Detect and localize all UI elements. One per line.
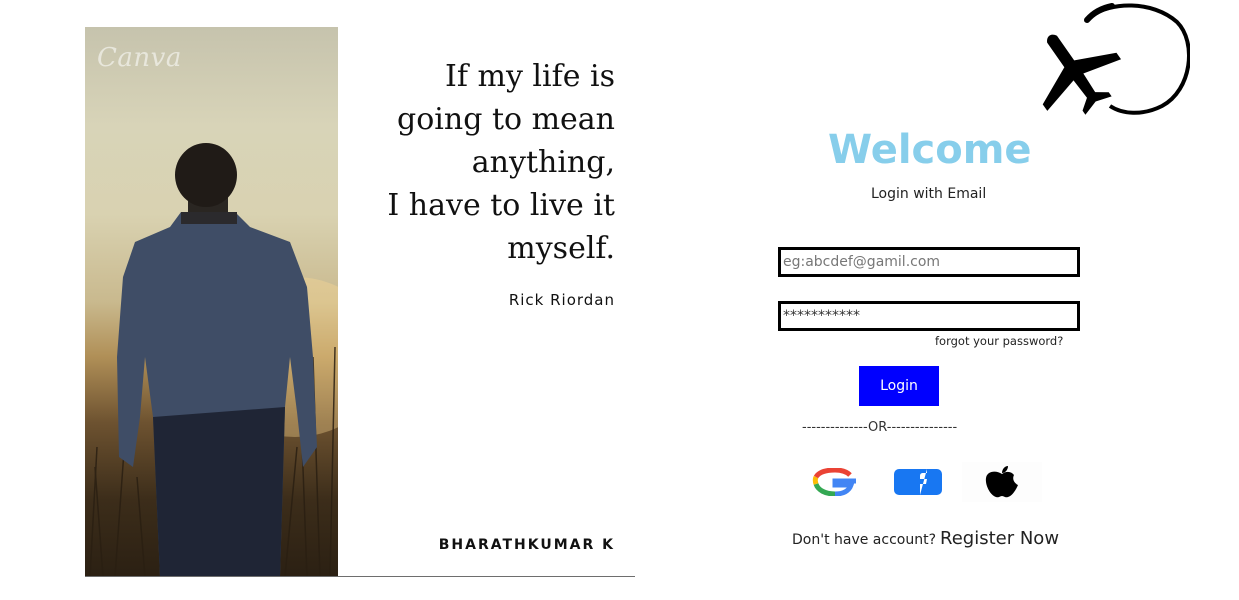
google-login-button[interactable] (807, 462, 863, 502)
login-button[interactable]: Login (859, 366, 939, 406)
facebook-login-button[interactable] (890, 462, 946, 502)
or-divider: --------------OR--------------- (802, 420, 958, 435)
apple-icon (985, 466, 1018, 498)
quote-line: I have to live it (387, 188, 615, 223)
forgot-password-link[interactable]: forgot your password? (935, 334, 1063, 348)
quote-line: myself. (507, 231, 615, 266)
password-field[interactable] (778, 301, 1080, 331)
register-row: Don't have account? Register Now (792, 528, 1059, 549)
poster-credit: BHARATHKUMAR K (438, 537, 615, 553)
register-now-link[interactable]: Register Now (940, 528, 1059, 549)
quote-line: anything, (471, 145, 615, 180)
canva-watermark: Canva (97, 43, 182, 73)
apple-login-button[interactable] (962, 462, 1042, 502)
quote-line: If my life is (445, 59, 615, 94)
quote-author: Rick Riordan (508, 291, 615, 309)
quote-line: going to mean (397, 102, 615, 137)
login-subtitle: Login with Email (871, 186, 987, 202)
google-icon (812, 468, 856, 496)
airplane-circle-icon (1032, 0, 1191, 122)
quote-text: If my life is going to mean anything, I … (295, 55, 615, 270)
register-prompt: Don't have account? (792, 532, 937, 548)
poster-divider (85, 576, 635, 577)
facebook-icon (894, 469, 942, 495)
email-field[interactable] (778, 247, 1080, 277)
quote-poster: Canva If my life is going to mean anythi… (85, 27, 635, 577)
welcome-title: Welcome (828, 127, 1032, 173)
